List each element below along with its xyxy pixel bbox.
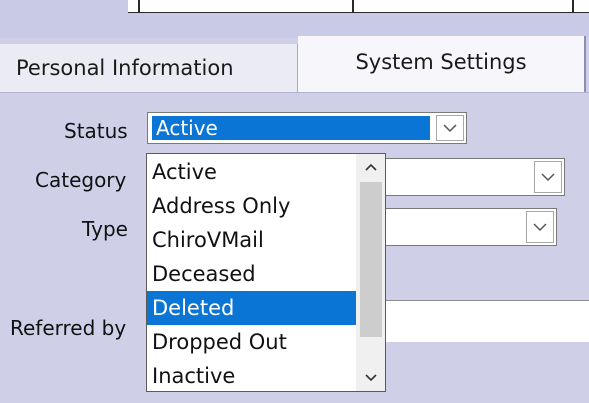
scroll-thumb[interactable]	[360, 182, 382, 337]
category-dropdown-button[interactable]	[534, 161, 562, 193]
dropdown-option-deleted[interactable]: Deleted	[147, 291, 356, 325]
status-label: Status	[64, 119, 128, 143]
tab-system-settings-label: System Settings	[355, 50, 527, 74]
dropdown-option-inactive[interactable]: Inactive	[147, 359, 356, 391]
tab-personal-information-label: Personal Information	[16, 56, 234, 80]
chevron-up-icon	[364, 163, 377, 171]
dropdown-scrollbar[interactable]	[356, 154, 385, 391]
column-divider	[572, 0, 574, 12]
chevron-down-icon	[541, 172, 555, 181]
referred-by-label: Referred by	[10, 316, 127, 340]
category-select[interactable]	[385, 158, 565, 196]
dropdown-option-active[interactable]: Active	[147, 155, 356, 189]
dropdown-option-address-only[interactable]: Address Only	[147, 189, 356, 223]
category-label: Category	[35, 168, 127, 192]
tab-personal-information[interactable]: Personal Information	[0, 44, 298, 92]
type-dropdown-button[interactable]	[526, 211, 554, 243]
type-label: Type	[82, 217, 128, 241]
top-table-header	[128, 0, 589, 13]
status-selected-value: Active	[152, 116, 430, 140]
scroll-up-button[interactable]	[356, 154, 385, 180]
dropdown-option-dropped-out[interactable]: Dropped Out	[147, 325, 356, 359]
column-divider	[138, 0, 140, 12]
scroll-down-button[interactable]	[356, 365, 385, 391]
referred-by-field[interactable]	[385, 300, 589, 342]
status-select[interactable]: Active	[147, 112, 467, 144]
dropdown-option-chirovmail[interactable]: ChiroVMail	[147, 223, 356, 257]
status-dropdown-list[interactable]: Active Address Only ChiroVMail Deceased …	[146, 153, 386, 392]
chevron-down-icon	[364, 374, 377, 382]
chevron-down-icon	[533, 222, 547, 231]
tab-system-settings[interactable]: System Settings	[298, 36, 586, 92]
status-dropdown-button[interactable]	[436, 115, 464, 141]
column-divider	[352, 0, 354, 12]
dropdown-option-deceased[interactable]: Deceased	[147, 257, 356, 291]
chevron-down-icon	[443, 123, 457, 132]
type-select[interactable]	[385, 208, 557, 246]
